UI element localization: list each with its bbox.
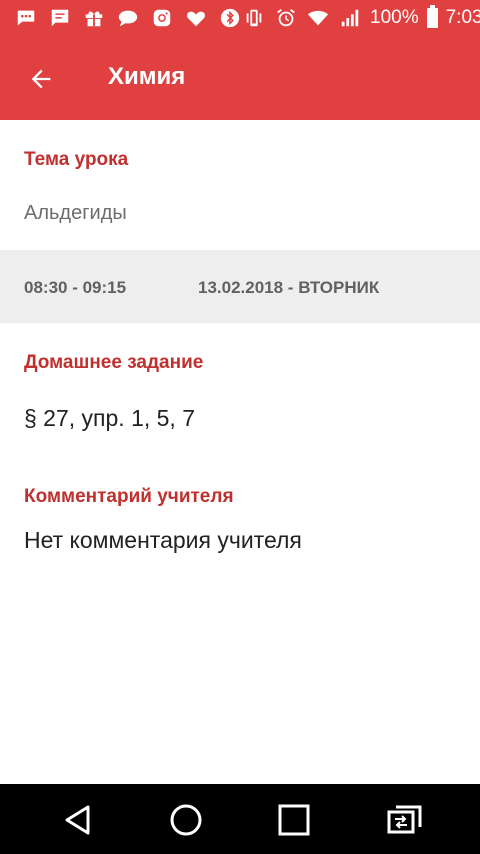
back-triangle-icon xyxy=(65,805,90,835)
gift-icon xyxy=(82,6,106,30)
vibrate-icon xyxy=(242,6,266,30)
nav-home-button[interactable] xyxy=(166,800,206,840)
topic-label: Тема урока xyxy=(24,149,129,170)
nav-back-button[interactable] xyxy=(58,800,98,840)
teacher-comment-label: Комментарий учителя xyxy=(24,486,234,507)
homework-label: Домашнее задание xyxy=(24,352,204,373)
navigation-bar xyxy=(0,784,480,854)
chat-icon xyxy=(48,6,72,30)
app-bar: Химия xyxy=(0,36,480,120)
heart-icon xyxy=(184,6,208,30)
status-bar: 100% 7:03 xyxy=(0,0,480,36)
alarm-icon xyxy=(274,6,298,30)
speech-bubble-icon xyxy=(116,6,140,30)
teacher-comment-value: Нет комментария учителя xyxy=(24,527,302,553)
signal-icon xyxy=(338,6,362,30)
nav-recents-button[interactable] xyxy=(274,800,314,840)
battery-percent: 100% xyxy=(370,7,419,28)
homework-value: § 27, упр. 1, 5, 7 xyxy=(24,405,196,431)
messages-icon xyxy=(14,6,38,30)
arrow-left-icon xyxy=(31,69,51,89)
switch-app-icon xyxy=(387,805,422,834)
instagram-icon xyxy=(150,6,174,30)
clock: 7:03 xyxy=(445,7,480,28)
recents-square-icon xyxy=(278,804,310,836)
notification-icons xyxy=(14,6,242,30)
wifi-icon xyxy=(306,6,330,30)
back-button[interactable] xyxy=(26,64,56,94)
system-status: 100% 7:03 xyxy=(242,5,480,30)
page-title: Химия xyxy=(108,63,186,90)
battery-icon xyxy=(426,5,438,28)
bluetooth-icon xyxy=(218,6,242,30)
home-circle-icon xyxy=(170,804,202,836)
lesson-time-range: 08:30 - 09:15 xyxy=(24,278,127,297)
nav-switch-app-button[interactable] xyxy=(384,800,424,840)
lesson-date: 13.02.2018 - ВТОРНИК xyxy=(198,278,380,297)
lesson-time-band: 08:30 - 09:15 13.02.2018 - ВТОРНИК xyxy=(0,250,480,323)
topic-value: Альдегиды xyxy=(24,202,127,224)
